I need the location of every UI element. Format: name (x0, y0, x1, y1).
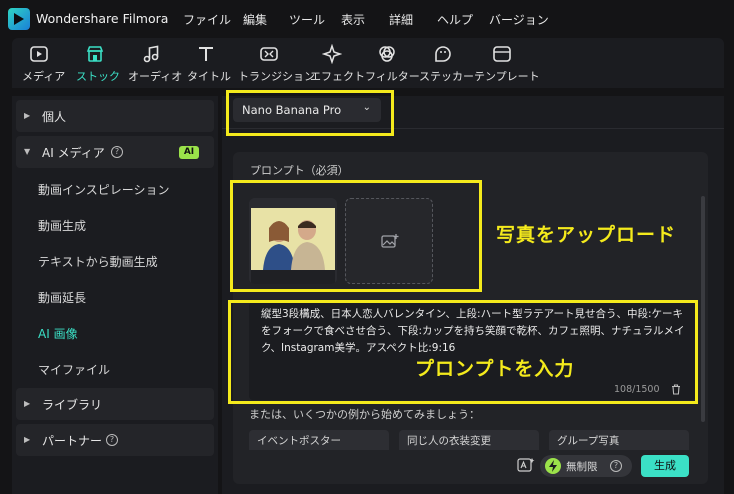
tab-transition-label: トランジション (238, 70, 315, 83)
upload-annotation: 写真をアップロード (496, 224, 677, 246)
tab-template[interactable]: テンプレート (474, 44, 540, 84)
tab-audio-label: オーディオ (128, 70, 183, 83)
example-chip-outfit-change[interactable]: 同じ人の衣装変更 (399, 430, 539, 450)
tab-effect[interactable]: エフェクト (310, 44, 365, 84)
sidebar-item-video-extend[interactable]: 動画延長 (38, 289, 86, 306)
sidebar-item-ai-image[interactable]: AI 画像 (38, 325, 78, 342)
sidebar-item-video-inspiration[interactable]: 動画インスピレーション (38, 181, 170, 198)
examples-label: または、いくつかの例から始めてみましょう： (249, 408, 480, 421)
template-icon (493, 46, 511, 62)
tab-title-label: タイトル (187, 70, 231, 83)
prompt-label: プロンプト（必須） (250, 164, 349, 177)
help-icon[interactable]: ? (111, 146, 123, 158)
unlimited-credits[interactable]: 無制限 ? (540, 455, 632, 477)
effect-sparkle-icon (322, 44, 342, 64)
music-note-icon (143, 45, 159, 63)
tab-media-label: メディア (22, 70, 66, 83)
filter-icon (379, 46, 395, 62)
prompt-annotation: プロンプトを入力 (415, 358, 575, 380)
tab-stock[interactable]: ストック (76, 44, 120, 84)
stock-store-icon (86, 46, 104, 62)
help-icon[interactable]: ? (610, 460, 622, 472)
menu-view[interactable]: 表示 (341, 11, 365, 28)
collapsed-arrow-icon: ▶ (24, 111, 31, 120)
sidebar-group-partner[interactable]: ▶ パートナー ? (16, 424, 214, 456)
model-select-highlight (226, 90, 394, 136)
sidebar: ▶ 個人 ▼ AI メディア ? AI 動画インスピレーション 動画生成 テキス… (12, 96, 218, 494)
sticker-icon (435, 46, 451, 62)
example-chip-event-poster[interactable]: イベントポスター (249, 430, 389, 450)
expanded-arrow-icon: ▼ (24, 147, 31, 156)
menu-edit[interactable]: 編集 (243, 11, 267, 28)
tab-filter-label: フィルター (365, 70, 420, 83)
collapsed-arrow-icon: ▶ (24, 435, 31, 444)
ai-badge: AI (179, 146, 199, 159)
sidebar-group-ai-media[interactable]: ▼ AI メディア ? AI (16, 136, 214, 168)
sidebar-group-personal[interactable]: ▶ 個人 (16, 100, 214, 132)
media-icon (30, 46, 48, 62)
app-title: Wondershare Filmora (36, 11, 169, 26)
help-icon[interactable]: ? (106, 434, 118, 446)
prompt-highlight (228, 300, 698, 404)
sidebar-item-my-files[interactable]: マイファイル (38, 361, 110, 378)
collapsed-arrow-icon: ▶ (24, 399, 31, 408)
tab-template-label: テンプレート (474, 70, 540, 83)
sidebar-item-text-to-video[interactable]: テキストから動画生成 (38, 253, 158, 270)
toolbar: メディア ストック オーディオ タイトル トランジション エフェクト フィルター… (12, 38, 724, 88)
tab-filter[interactable]: フィルター (365, 44, 420, 84)
title-bar: Wondershare Filmora ファイル 編集 ツール 表示 詳細 ヘル… (0, 0, 734, 38)
tab-media[interactable]: メディア (22, 44, 65, 84)
bolt-icon (545, 458, 561, 474)
generate-button[interactable]: 生成 (641, 455, 689, 477)
tab-stock-label: ストック (76, 70, 120, 83)
example-chip-group-photo[interactable]: グループ写真 (549, 430, 689, 450)
sidebar-group-library[interactable]: ▶ ライブラリ (16, 388, 214, 420)
tab-sticker-label: ステッカー (419, 70, 474, 83)
title-t-icon (199, 47, 213, 61)
scrollbar[interactable] (701, 196, 705, 422)
menu-advanced[interactable]: 詳細 (389, 11, 413, 28)
menu-file[interactable]: ファイル (183, 11, 231, 28)
sidebar-item-video-generation[interactable]: 動画生成 (38, 217, 86, 234)
menu-help[interactable]: ヘルプ (437, 11, 473, 28)
menu-version[interactable]: バージョン (489, 11, 549, 28)
upload-highlight (230, 180, 482, 292)
ai-image-icon[interactable] (517, 457, 535, 473)
tab-transition[interactable]: トランジション (238, 44, 315, 84)
tab-audio[interactable]: オーディオ (128, 44, 182, 84)
filmora-logo-icon (8, 8, 30, 30)
tab-effect-label: エフェクト (310, 70, 365, 83)
transition-icon (260, 47, 278, 61)
tab-sticker[interactable]: ステッカー (419, 44, 474, 84)
menu-tools[interactable]: ツール (289, 11, 325, 28)
tab-title[interactable]: タイトル (187, 44, 231, 84)
